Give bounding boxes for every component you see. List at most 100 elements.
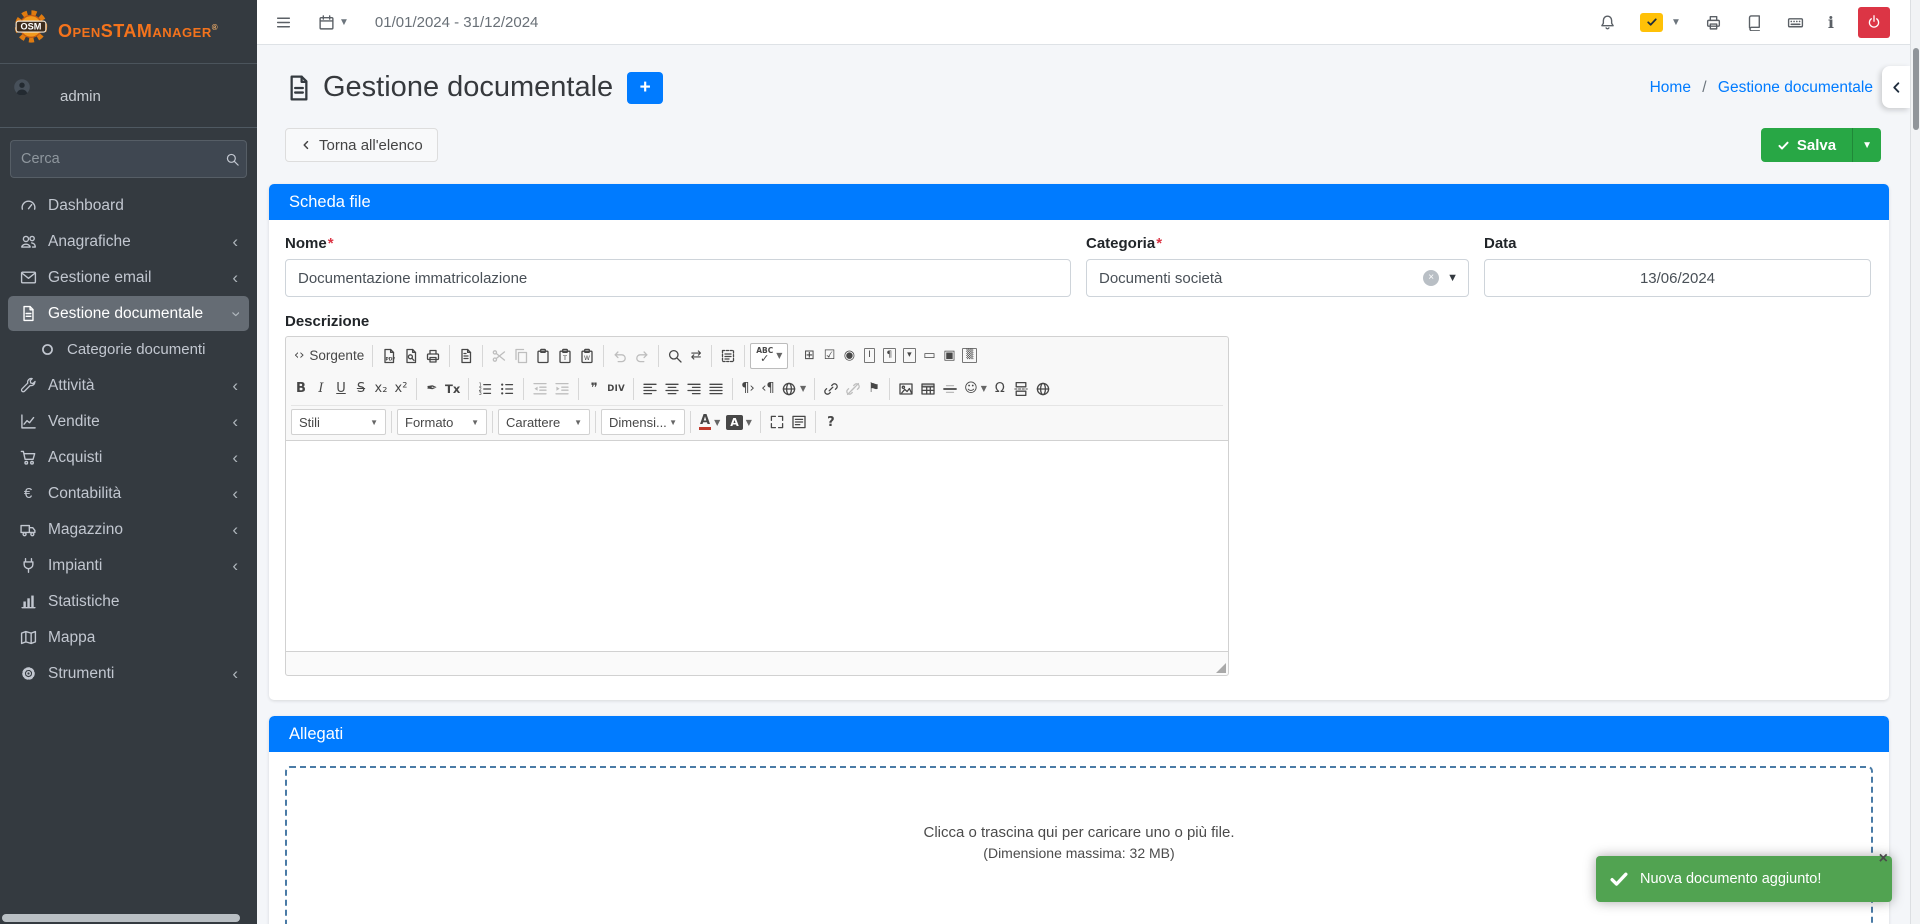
editor-iframe-button[interactable]: [1032, 376, 1054, 402]
categoria-select[interactable]: Documenti società × ▼: [1086, 259, 1469, 297]
resize-grip[interactable]: [1216, 663, 1226, 673]
editor-content-area[interactable]: [286, 441, 1228, 651]
sidebar-item-attività[interactable]: Attività ‹: [8, 368, 249, 403]
editor-bullet-list-button[interactable]: [496, 376, 518, 402]
save-button[interactable]: Salva ▼: [1760, 128, 1881, 162]
editor-form-button[interactable]: ⊞: [799, 343, 819, 369]
editor-bold-button[interactable]: B: [291, 376, 311, 402]
brand[interactable]: OSM OpenSTAManager®: [0, 0, 257, 64]
sidebar-item-categorie-documenti[interactable]: Categorie documenti: [8, 332, 249, 367]
editor-blockquote-button[interactable]: ❞: [584, 376, 604, 402]
editor-copy-formatting-button[interactable]: ✒: [422, 376, 442, 402]
save-dropdown-toggle[interactable]: ▼: [1852, 128, 1881, 162]
sidebar-item-statistiche[interactable]: Statistiche: [8, 584, 249, 619]
editor-superscript-button[interactable]: x²: [391, 376, 411, 402]
status-badge[interactable]: ▼: [1640, 12, 1681, 32]
editor-text-color-button[interactable]: A ▼: [696, 409, 723, 435]
editor-radio-button[interactable]: ◉: [839, 343, 859, 369]
editor-export-pdf-button[interactable]: PDF: [378, 343, 400, 369]
back-to-list-button[interactable]: Torna all'elenco: [285, 128, 438, 162]
editor-smiley-button[interactable]: ☺ ▼: [961, 376, 990, 402]
horizontal-scrollbar[interactable]: [2, 914, 240, 922]
editor-find-button[interactable]: [664, 343, 686, 369]
notifications-button[interactable]: [1599, 14, 1616, 31]
editor-horizontal-rule-button[interactable]: [939, 376, 961, 402]
editor-remove-format-button[interactable]: Tx: [442, 376, 463, 402]
scrollbar-thumb[interactable]: [1913, 48, 1919, 130]
editor-select-all-button[interactable]: [717, 343, 739, 369]
sidebar-item-dashboard[interactable]: Dashboard: [8, 188, 249, 223]
sidebar-item-impianti[interactable]: Impianti ‹: [8, 548, 249, 583]
user-panel[interactable]: admin: [0, 64, 257, 128]
editor-about-button[interactable]: ?: [821, 409, 841, 435]
editor-subscript-button[interactable]: x₂: [371, 376, 391, 402]
editor-text-rtl-button[interactable]: ‹¶: [758, 376, 778, 402]
editor-anchor-button[interactable]: ⚑: [864, 376, 884, 402]
editor-replace-button[interactable]: ⇄: [686, 343, 706, 369]
docs-button[interactable]: [1746, 14, 1763, 31]
sidebar-item-gestione-documentale[interactable]: Gestione documentale ‹: [8, 296, 249, 331]
editor-align-right-button[interactable]: [683, 376, 705, 402]
sidebar-toggle-button[interactable]: [275, 14, 292, 31]
editor-textarea-button[interactable]: ¶: [879, 343, 899, 369]
editor-hidden-field-button[interactable]: ▒: [959, 343, 980, 369]
editor-image-button-button[interactable]: ▣: [939, 343, 959, 369]
period-picker-button[interactable]: ▼: [318, 14, 349, 31]
editor-templates-button[interactable]: [455, 343, 477, 369]
editor-paste-word-button[interactable]: W: [576, 343, 598, 369]
search-button[interactable]: [218, 140, 247, 178]
shortcuts-button[interactable]: [1787, 14, 1804, 31]
editor-paste-text-button[interactable]: T: [554, 343, 576, 369]
editor-format-select[interactable]: Formato ▼: [397, 409, 487, 435]
editor-text-ltr-button[interactable]: ¶›: [738, 376, 758, 402]
breadcrumb-current-link[interactable]: Gestione documentale: [1718, 79, 1873, 96]
sidebar-item-mappa[interactable]: Mappa: [8, 620, 249, 655]
editor-link-button[interactable]: [820, 376, 842, 402]
editor-special-char-button[interactable]: Ω: [990, 376, 1010, 402]
editor-button-field-button[interactable]: ▭: [919, 343, 939, 369]
editor-font-select[interactable]: Carattere ▼: [498, 409, 590, 435]
editor-paste-button[interactable]: [532, 343, 554, 369]
editor-image-button[interactable]: [895, 376, 917, 402]
sidebar-item-anagrafiche[interactable]: Anagrafiche ‹: [8, 224, 249, 259]
editor-styles-select[interactable]: Stili ▼: [291, 409, 386, 435]
add-document-button[interactable]: +: [627, 71, 664, 104]
toast-close-icon[interactable]: ×: [1879, 851, 1888, 867]
editor-spellcheck-button[interactable]: ABC▼: [750, 342, 789, 369]
editor-source-button[interactable]: ‹› Sorgente: [291, 343, 367, 369]
editor-text-field-button[interactable]: I: [859, 343, 879, 369]
sidebar-item-magazzino[interactable]: Magazzino ‹: [8, 512, 249, 547]
editor-align-justify-button[interactable]: [705, 376, 727, 402]
editor-maximize-button[interactable]: [766, 409, 788, 435]
clear-selection-icon[interactable]: ×: [1423, 270, 1440, 286]
sidebar-item-gestione-email[interactable]: Gestione email ‹: [8, 260, 249, 295]
sidebar-item-acquisti[interactable]: Acquisti ‹: [8, 440, 249, 475]
editor-strike-button[interactable]: S: [351, 376, 371, 402]
editor-underline-button[interactable]: U: [331, 376, 351, 402]
sidebar-item-strumenti[interactable]: Strumenti ‹: [8, 656, 249, 691]
editor-div-container-button[interactable]: DIV: [604, 376, 628, 402]
search-input[interactable]: [10, 140, 218, 178]
editor-align-center-button[interactable]: [661, 376, 683, 402]
editor-align-left-button[interactable]: [639, 376, 661, 402]
breadcrumb-home-link[interactable]: Home: [1650, 79, 1691, 96]
editor-table-button[interactable]: [917, 376, 939, 402]
editor-size-select[interactable]: Dimensi... ▼: [601, 409, 685, 435]
widgets-panel-toggle[interactable]: [1882, 66, 1910, 108]
editor-page-break-button[interactable]: [1010, 376, 1032, 402]
nome-field[interactable]: [285, 259, 1071, 297]
vertical-scrollbar[interactable]: [1910, 0, 1920, 924]
editor-select-field-button[interactable]: ▾: [899, 343, 919, 369]
editor-preview-button[interactable]: [400, 343, 422, 369]
editor-show-blocks-button[interactable]: [788, 409, 810, 435]
data-field[interactable]: [1484, 259, 1871, 297]
logout-button[interactable]: [1858, 6, 1890, 38]
print-button[interactable]: [1705, 14, 1722, 31]
editor-language-button[interactable]: ▼: [778, 376, 809, 402]
editor-bg-color-button[interactable]: A ▼: [723, 409, 755, 435]
editor-italic-button[interactable]: I: [311, 376, 331, 402]
date-range[interactable]: 01/01/2024 - 31/12/2024: [375, 14, 538, 31]
info-button[interactable]: i: [1828, 13, 1834, 32]
sidebar-item-contabilità[interactable]: € Contabilità ‹: [8, 476, 249, 511]
sidebar-item-vendite[interactable]: Vendite ‹: [8, 404, 249, 439]
